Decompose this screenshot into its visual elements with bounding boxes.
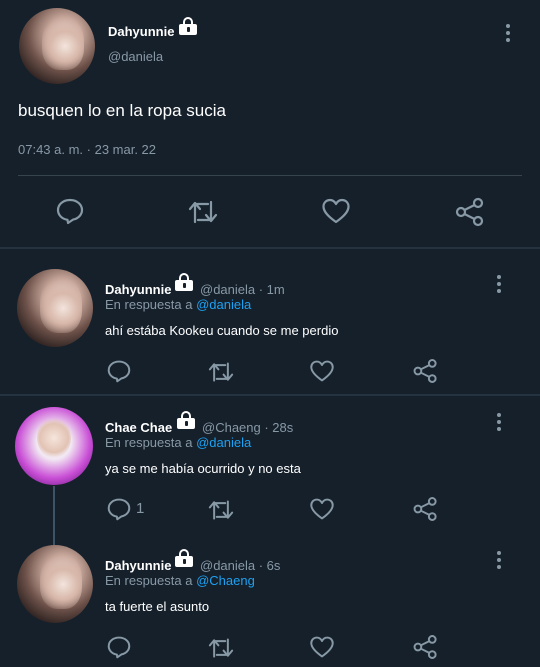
- more-icon[interactable]: [495, 274, 503, 294]
- reply-icon[interactable]: [106, 635, 132, 659]
- author-name[interactable]: Dahyunnie: [105, 558, 171, 573]
- more-icon[interactable]: [495, 550, 503, 570]
- lock-icon: [176, 411, 196, 429]
- reply-to-link[interactable]: @daniela: [196, 435, 251, 450]
- share-icon[interactable]: [412, 358, 439, 384]
- reply-context: En respuesta a @daniela: [105, 297, 251, 312]
- author-handle[interactable]: @daniela · 6s: [200, 558, 280, 573]
- author-handle[interactable]: @daniela: [108, 49, 163, 64]
- tweet-text: busquen lo en la ropa sucia: [18, 101, 226, 120]
- reply-context: En respuesta a @daniela: [105, 435, 251, 450]
- lock-icon: [174, 549, 194, 567]
- share-icon[interactable]: [412, 634, 439, 660]
- retweet-icon[interactable]: [206, 498, 236, 522]
- avatar[interactable]: [15, 407, 93, 485]
- author-handle[interactable]: @Chaeng · 28s: [202, 420, 293, 435]
- reply-to-link[interactable]: @daniela: [196, 297, 251, 312]
- lock-icon: [174, 273, 194, 291]
- retweet-icon[interactable]: [186, 198, 220, 226]
- author-handle[interactable]: @daniela · 1m: [200, 282, 285, 297]
- reply-prefix: En respuesta a: [105, 435, 193, 450]
- share-icon[interactable]: [454, 197, 486, 227]
- divider: [0, 394, 540, 396]
- reply-prefix: En respuesta a: [105, 573, 193, 588]
- reply-icon[interactable]: [106, 497, 132, 521]
- thread-line: [53, 486, 55, 546]
- author-name[interactable]: Dahyunnie: [108, 24, 174, 39]
- reply-prefix: En respuesta a: [105, 297, 193, 312]
- reply-to-link[interactable]: @Chaeng: [196, 573, 255, 588]
- more-icon[interactable]: [495, 412, 503, 432]
- tweet-text: ya se me había ocurrido y no esta: [105, 461, 301, 476]
- like-icon[interactable]: [309, 359, 335, 383]
- tweet-text: ta fuerte el asunto: [105, 599, 210, 614]
- tweet-timestamp: 07:43 a. m. · 23 mar. 22: [18, 142, 157, 157]
- author-name[interactable]: Chae Chae: [105, 420, 172, 435]
- avatar[interactable]: [17, 269, 93, 347]
- share-icon[interactable]: [412, 496, 439, 522]
- avatar[interactable]: [17, 545, 93, 623]
- reply-icon[interactable]: [55, 197, 85, 225]
- retweet-icon[interactable]: [206, 360, 236, 384]
- retweet-icon[interactable]: [206, 636, 236, 660]
- avatar[interactable]: [19, 8, 95, 84]
- like-icon[interactable]: [321, 197, 351, 225]
- like-icon[interactable]: [309, 635, 335, 659]
- reply-count: 1: [136, 500, 145, 517]
- divider: [0, 247, 540, 249]
- reply-icon[interactable]: [106, 359, 132, 383]
- tweet-text: ahí estába Kookeu cuando se me perdio: [105, 323, 339, 338]
- lock-icon: [178, 17, 198, 35]
- divider: [18, 175, 522, 176]
- like-icon[interactable]: [309, 497, 335, 521]
- author-name[interactable]: Dahyunnie: [105, 282, 171, 297]
- reply-context: En respuesta a @Chaeng: [105, 573, 255, 588]
- more-icon[interactable]: [504, 23, 512, 43]
